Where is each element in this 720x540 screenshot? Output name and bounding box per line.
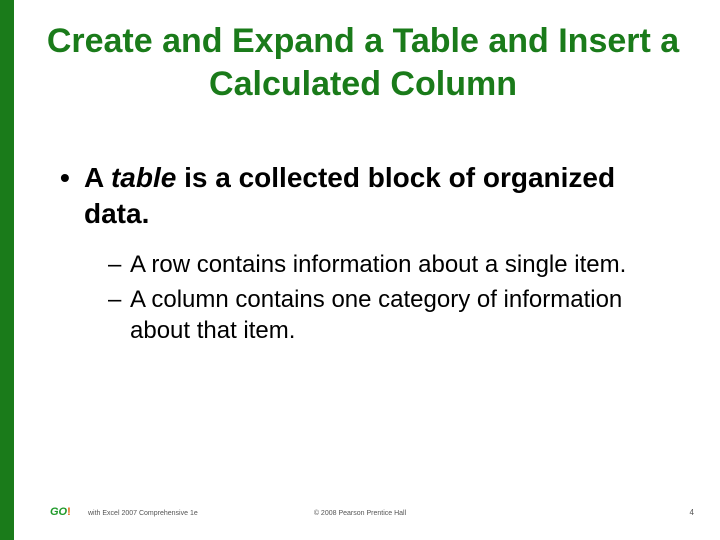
footer-page-number: 4 [690, 508, 694, 517]
sub-bullet-list: A row contains information about a singl… [108, 249, 670, 347]
accent-bar [0, 0, 14, 540]
bullet-level2: A row contains information about a singl… [108, 249, 670, 280]
slide-body: A table is a collected block of organize… [60, 160, 670, 350]
slide: Create and Expand a Table and Insert a C… [0, 0, 720, 540]
bullet1-emphasis: table [111, 162, 176, 193]
bullet-level1: A table is a collected block of organize… [60, 160, 670, 233]
slide-footer: GO! with Excel 2007 Comprehensive 1e © 2… [0, 502, 720, 518]
footer-copyright: © 2008 Pearson Prentice Hall [0, 510, 720, 517]
slide-title: Create and Expand a Table and Insert a C… [36, 20, 690, 105]
bullet1-prefix: A [84, 162, 111, 193]
bullet-level2: A column contains one category of inform… [108, 284, 670, 346]
